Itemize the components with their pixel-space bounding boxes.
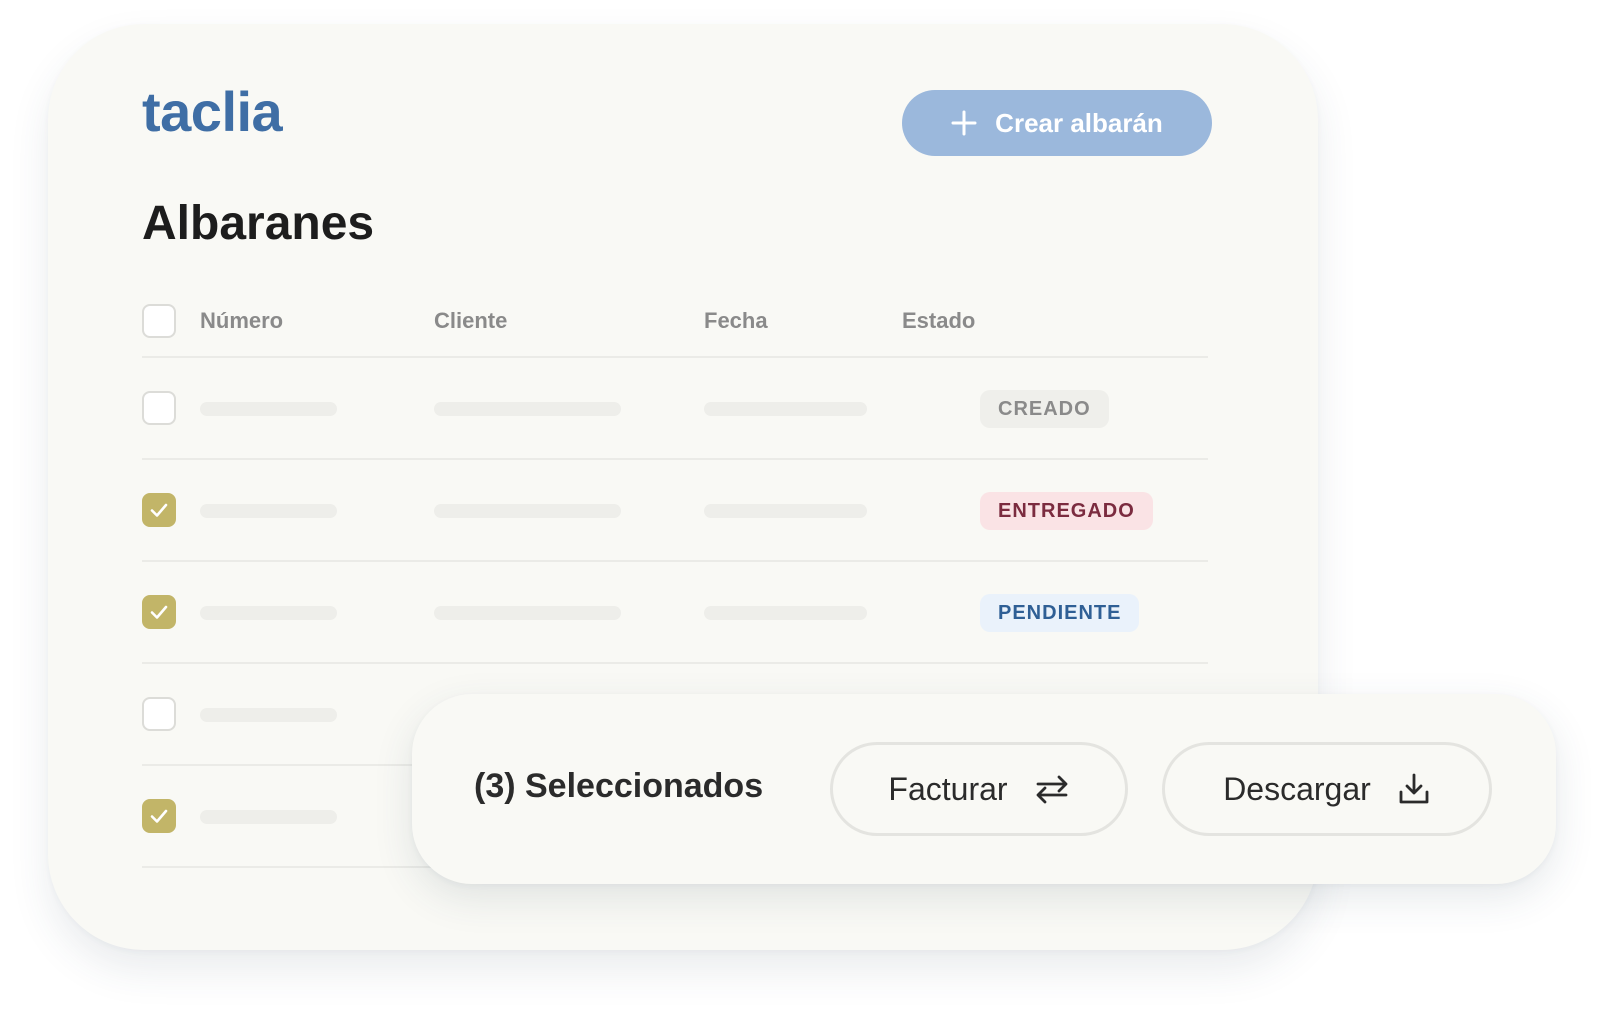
- numero-placeholder: [200, 606, 337, 620]
- table-row[interactable]: ENTREGADO: [142, 460, 1208, 562]
- bulk-action-bar: (3) Seleccionados Facturar Descargar: [412, 694, 1556, 884]
- download-icon: [1397, 772, 1431, 806]
- select-all-checkbox[interactable]: [142, 304, 176, 338]
- row-checkbox[interactable]: [142, 493, 176, 527]
- taclia-logo: taclia: [142, 80, 283, 143]
- swap-arrows-icon: [1034, 773, 1070, 805]
- cliente-placeholder: [434, 606, 621, 620]
- create-albaran-button[interactable]: Crear albarán: [902, 90, 1212, 156]
- cliente-placeholder: [434, 402, 621, 416]
- table-row[interactable]: CREADO: [142, 358, 1208, 460]
- numero-placeholder: [200, 402, 337, 416]
- numero-placeholder: [200, 708, 337, 722]
- row-checkbox[interactable]: [142, 595, 176, 629]
- status-badge: ENTREGADO: [980, 492, 1153, 530]
- descargar-label: Descargar: [1223, 770, 1371, 807]
- row-checkbox[interactable]: [142, 391, 176, 425]
- numero-placeholder: [200, 810, 337, 824]
- plus-icon: [951, 110, 977, 136]
- row-checkbox[interactable]: [142, 799, 176, 833]
- create-albaran-label: Crear albarán: [995, 107, 1163, 138]
- checkmark-icon: [150, 809, 168, 823]
- fecha-placeholder: [704, 504, 867, 518]
- status-badge: PENDIENTE: [980, 594, 1140, 632]
- descargar-button[interactable]: Descargar: [1162, 742, 1492, 836]
- fecha-placeholder: [704, 606, 867, 620]
- facturar-button[interactable]: Facturar: [830, 742, 1128, 836]
- table-row[interactable]: PENDIENTE: [142, 562, 1208, 664]
- checkmark-icon: [150, 503, 168, 517]
- cliente-placeholder: [434, 504, 621, 518]
- numero-placeholder: [200, 504, 337, 518]
- status-badge: CREADO: [980, 390, 1109, 428]
- column-header-estado[interactable]: Estado: [902, 308, 975, 334]
- column-header-fecha[interactable]: Fecha: [704, 308, 768, 334]
- column-header-cliente[interactable]: Cliente: [434, 308, 507, 334]
- row-checkbox[interactable]: [142, 697, 176, 731]
- selected-count-label: (3) Seleccionados: [474, 767, 764, 805]
- table-header-row: Número Cliente Fecha Estado: [142, 294, 1208, 358]
- facturar-label: Facturar: [888, 770, 1008, 807]
- fecha-placeholder: [704, 402, 867, 416]
- page-title: Albaranes: [142, 197, 375, 250]
- checkmark-icon: [150, 605, 168, 619]
- column-header-numero[interactable]: Número: [200, 308, 283, 334]
